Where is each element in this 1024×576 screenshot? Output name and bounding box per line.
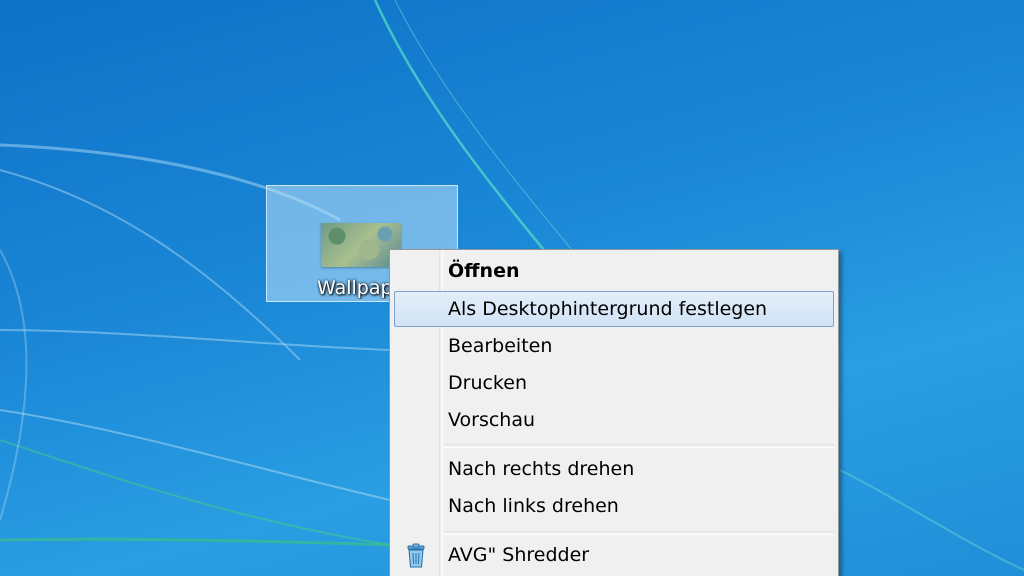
- menu-separator: [444, 531, 834, 535]
- menu-item-set-desktop-background[interactable]: Als Desktophintergrund festlegen: [394, 291, 834, 327]
- menu-item-edit[interactable]: Bearbeiten: [394, 328, 834, 364]
- menu-item-label: Nach links drehen: [448, 495, 619, 517]
- menu-item-label: Vorschau: [448, 409, 536, 431]
- menu-item-print[interactable]: Drucken: [394, 365, 834, 401]
- menu-item-preview[interactable]: Vorschau: [394, 402, 834, 438]
- menu-item-label: Nach rechts drehen: [448, 458, 635, 480]
- menu-separator: [444, 444, 834, 448]
- menu-item-label: Bearbeiten: [448, 335, 553, 357]
- menu-item-label: Als Desktophintergrund festlegen: [448, 298, 768, 320]
- desktop[interactable]: Wallpaper Öffnen Als Desktophintergrund …: [0, 0, 1024, 576]
- menu-item-label: AVG" Shredder: [448, 544, 590, 566]
- menu-item-rotate-right[interactable]: Nach rechts drehen: [394, 451, 834, 487]
- menu-item-rotate-left[interactable]: Nach links drehen: [394, 488, 834, 524]
- menu-item-avg-shredder[interactable]: AVG" Shredder: [394, 537, 834, 573]
- context-menu: Öffnen Als Desktophintergrund festlegen …: [389, 249, 839, 576]
- menu-item-open[interactable]: Öffnen: [394, 253, 834, 289]
- menu-item-label: Öffnen: [448, 260, 520, 282]
- trash-shredder-icon: [404, 543, 428, 569]
- menu-item-label: Drucken: [448, 372, 527, 394]
